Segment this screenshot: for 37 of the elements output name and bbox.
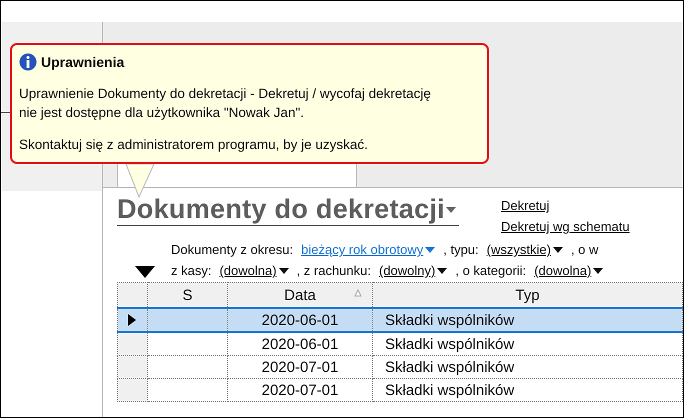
table-cell: Składki wspólników <box>385 382 514 398</box>
filter-dropdown[interactable]: (dowolna) <box>534 263 604 278</box>
filter-label: z kasy: <box>171 263 212 278</box>
dropdown-arrow-icon <box>593 268 604 274</box>
filter-label: , o kategorii: <box>455 263 526 278</box>
column-header[interactable]: S <box>148 282 228 308</box>
tooltip-title: Uprawnienia <box>41 54 124 70</box>
table-cell: 2020-06-01 <box>262 336 338 352</box>
column-header[interactable]: Data <box>228 282 372 308</box>
dropdown-arrow-icon <box>552 246 563 252</box>
collapse-arrow-icon[interactable] <box>135 266 155 278</box>
dropdown-arrow-icon <box>278 268 289 274</box>
filter-label: , o w <box>570 242 598 257</box>
table-cell: Składki wspólników <box>385 312 514 328</box>
table-cell: Składki wspólników <box>385 336 514 352</box>
filter-dropdown[interactable]: (wszystkie) <box>486 242 563 257</box>
info-icon <box>19 53 37 71</box>
filter-dropdown[interactable]: bieżący rok obrotowy <box>301 242 436 257</box>
dropdown-arrow-icon <box>437 268 448 274</box>
filter-label: , typu: <box>443 242 479 257</box>
table-cell: 2020-07-01 <box>262 358 338 376</box>
tooltip-message: Uprawnienie Dokumenty do dekretacji - Dekretuj / wycofaj dekretację nie jest dostępne dla użytkownika "Nowak Jan". <box>19 85 432 122</box>
column-header[interactable]: Typ <box>372 282 682 308</box>
filter-dropdown[interactable]: (dowolny) <box>379 263 448 278</box>
table-cell: 2020-07-01 <box>262 382 338 398</box>
table-cell: Składki wspólników <box>385 358 514 376</box>
caret-icon <box>445 206 457 214</box>
table-cell: 2020-06-01 <box>262 312 338 328</box>
page-title[interactable]: Dokumenty do dekretacji <box>117 194 459 226</box>
filter-label: Dokumenty z okresu: <box>171 242 294 257</box>
action-link[interactable]: Dekretuj wg schematu <box>501 219 630 234</box>
filter-dropdown[interactable]: (dowolna) <box>219 263 289 278</box>
row-pointer-icon <box>128 314 136 326</box>
action-link[interactable]: Dekretuj <box>501 198 630 213</box>
tooltip-message: Skontaktuj się z administratorem programu, by je uzyskać. <box>19 136 369 154</box>
dropdown-arrow-icon <box>425 246 436 252</box>
filter-label: , z rachunku: <box>296 263 371 278</box>
